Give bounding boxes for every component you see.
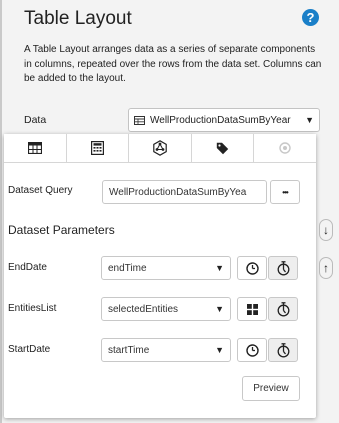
param-clock-button-startdate[interactable] — [237, 338, 267, 362]
circle-icon — [279, 142, 291, 154]
param-value-enddate: endTime — [108, 262, 147, 274]
timer-icon — [277, 342, 289, 357]
param-value-entitieslist: selectedEntities — [108, 303, 179, 315]
param-label-entitieslist: EntitiesList — [8, 303, 57, 314]
param-select-startdate[interactable]: startTime ▼ — [101, 338, 231, 362]
chevron-down-icon: ▼ — [215, 304, 224, 314]
param-value-startdate: startTime — [108, 344, 150, 356]
tab-tag[interactable] — [191, 134, 255, 162]
description: A Table Layout arranges data as a series… — [24, 44, 322, 84]
tab-network[interactable] — [129, 134, 192, 162]
dataset-query-field[interactable]: WellProductionDataSumByYea — [102, 180, 267, 204]
tab-calculator[interactable] — [66, 134, 130, 162]
param-clock-button-enddate[interactable] — [237, 256, 267, 280]
param-select-enddate[interactable]: endTime ▼ — [101, 256, 231, 280]
more-icon: ••• — [282, 187, 288, 197]
table-icon — [27, 142, 42, 154]
clock-icon — [245, 343, 259, 357]
arrow-down-icon[interactable]: ↓ — [319, 219, 333, 241]
query-panel: Dataset Query WellProductionDataSumByYea… — [4, 134, 316, 418]
dataset-query-more-button[interactable]: ••• — [270, 180, 300, 204]
preview-button[interactable]: Preview — [242, 376, 300, 401]
dataset-parameters-title: Dataset Parameters — [8, 223, 115, 237]
help-icon[interactable]: ? — [302, 9, 319, 26]
clock-icon — [245, 261, 259, 275]
tab-disabled — [254, 134, 316, 162]
dataset-query-label: Dataset Query — [8, 185, 73, 196]
param-bind-button-startdate[interactable] — [268, 338, 298, 362]
param-select-entitieslist[interactable]: selectedEntities ▼ — [101, 297, 231, 321]
data-label: Data — [24, 114, 47, 126]
timer-icon — [277, 260, 289, 275]
chevron-down-icon: ▼ — [215, 263, 224, 273]
arrow-up-icon[interactable]: ↑ — [319, 257, 333, 279]
tag-icon — [216, 142, 229, 154]
param-bind-button-entitieslist[interactable] — [268, 297, 298, 321]
chevron-down-icon: ▼ — [305, 115, 314, 125]
network-icon — [153, 140, 167, 156]
data-select-value: WellProductionDataSumByYear — [150, 114, 291, 126]
grid-icon — [246, 303, 258, 315]
header-area: Table Layout ? A Table Layout arranges d… — [2, 0, 339, 140]
page-title: Table Layout — [24, 8, 132, 29]
table-icon — [134, 115, 145, 125]
param-label-startdate: StartDate — [8, 344, 51, 355]
panel-tabs — [4, 134, 316, 163]
chevron-down-icon: ▼ — [215, 345, 224, 355]
param-bind-button-enddate[interactable] — [268, 256, 298, 280]
param-grid-button-entitieslist[interactable] — [237, 297, 267, 321]
calculator-icon — [90, 141, 104, 155]
tab-table[interactable] — [4, 134, 67, 162]
timer-icon — [277, 301, 289, 316]
data-select[interactable]: WellProductionDataSumByYear ▼ — [128, 108, 320, 132]
param-label-enddate: EndDate — [8, 262, 47, 273]
